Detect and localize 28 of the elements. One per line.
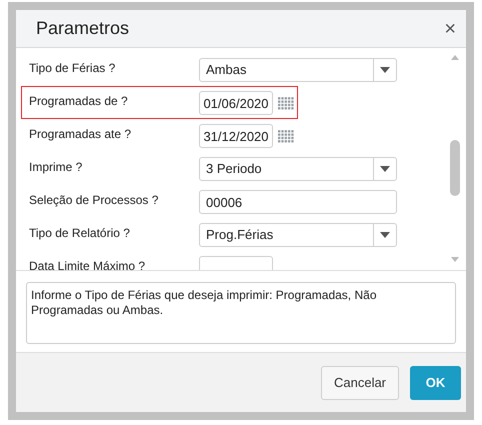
cancel-button[interactable]: Cancelar <box>321 366 399 400</box>
dropdown-value: Ambas <box>205 61 248 80</box>
field-label: Data Limite Máximo ? <box>29 259 146 270</box>
dropdown[interactable]: 3 Periodo <box>199 157 397 181</box>
dropdown-value: Prog.Férias <box>205 226 274 244</box>
scroll-down-icon[interactable] <box>451 257 459 262</box>
scroll-up-icon[interactable] <box>451 55 459 60</box>
dropdown[interactable]: Prog.Férias <box>199 223 397 247</box>
dropdown-value: 3 Periodo <box>205 160 263 178</box>
caret-icon <box>380 232 390 238</box>
caret-icon <box>380 166 390 172</box>
field-label: Seleção de Processos ? <box>29 193 158 207</box>
field-label: Programadas de ? <box>29 94 128 108</box>
field-label: Programadas ate ? <box>29 127 132 141</box>
calendar-icon[interactable] <box>278 130 294 142</box>
field-label: Imprime ? <box>29 160 82 174</box>
close-button[interactable]: × <box>444 18 456 38</box>
field-label: Tipo de Férias ? <box>29 61 116 75</box>
input-field[interactable]: 00006 <box>199 190 397 214</box>
field-label: Tipo de Relatório ? <box>29 226 130 240</box>
dropdown[interactable]: Ambas <box>199 58 397 82</box>
scroll-thumb[interactable] <box>450 140 460 196</box>
dialog-title: Parametros <box>36 17 130 40</box>
date-field[interactable]: 01/06/2020 <box>199 91 273 115</box>
date-field[interactable]: 31/12/2020 <box>199 124 273 148</box>
calendar-icon[interactable] <box>278 96 294 110</box>
help-text: Informe o Tipo de Férias que deseja imprimir: Programadas, Não Programadas ou Ambas. <box>31 288 378 318</box>
caret-icon <box>380 67 390 73</box>
